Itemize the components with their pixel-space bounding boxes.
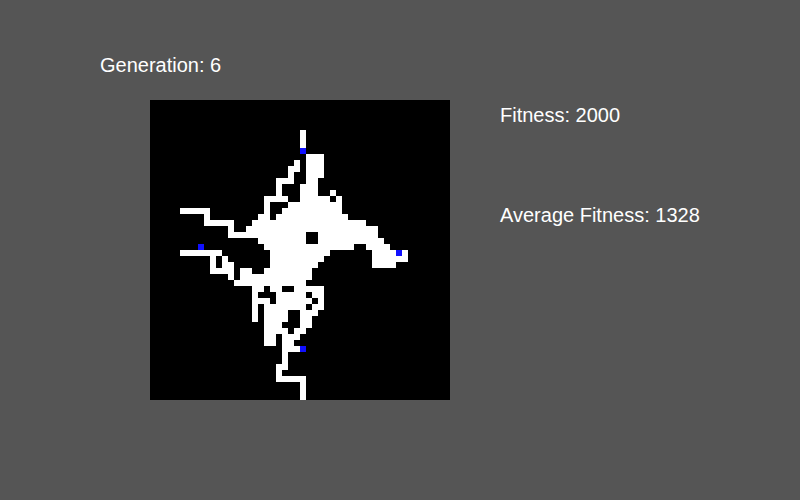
board [150,100,450,400]
generation-label: Generation: 6 [100,52,450,78]
left-column: Generation: 6 [0,0,450,500]
app: Generation: 6Fitness: 2000Average Fitnes… [0,0,800,500]
